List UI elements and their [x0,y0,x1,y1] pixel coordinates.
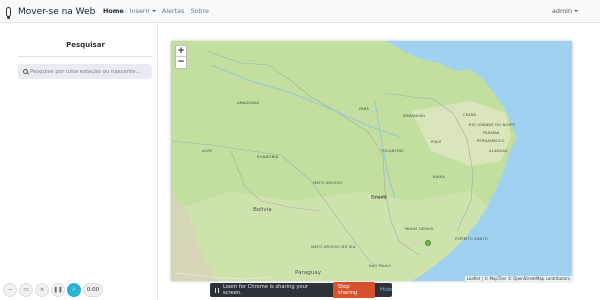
nav-sobre[interactable]: Sobre [190,7,208,15]
user-menu[interactable]: admin [552,7,578,15]
screen-share-bar: Loom for Chrome is sharing your screen. … [210,282,392,298]
zoom-in-button[interactable]: + [176,46,186,57]
nav-inserir-label: Inserir [129,7,150,15]
label-alagoas: ALAGOAS [489,149,508,153]
search-input[interactable] [30,68,150,75]
label-pernambuco: PERNAMBUCO [477,139,505,143]
pause-icon [215,287,219,293]
recording-timer: 0:00 [83,283,103,297]
label-acre: ACRE [202,149,213,153]
label-para: PARÁ [359,107,370,111]
nav-alertas[interactable]: Alertas [162,7,184,15]
thermometer-icon [6,7,11,19]
sidebar-title: Pesquisar [66,41,105,49]
station-marker[interactable] [425,240,431,246]
check-icon[interactable]: ✓ [67,283,81,297]
label-mato-grosso-do-sul: MATO GROSSO DO SUL [311,245,357,249]
label-rondonia: RONDÔNIA [257,155,279,159]
top-navbar: Mover-se na Web Home Inserir Alertas Sob… [0,0,600,23]
chevron-down-icon [574,10,578,12]
brand-title: Mover-se na Web [18,7,96,17]
zoom-control: + − [175,45,187,69]
label-paraguay: Paraguay [295,270,322,276]
nav-home[interactable]: Home [103,7,124,15]
label-mato-grosso: MATO GROSSO [313,181,343,185]
sidebar: Pesquisar [0,23,158,300]
main-nav: Home Inserir Alertas Sobre [103,7,209,15]
zoom-out-button[interactable]: − [176,57,186,68]
label-ceara: CEARÁ [463,113,477,117]
chevron-down-icon [151,10,156,12]
label-brasil: Brasil [371,195,387,201]
label-bahia: BAHIA [433,175,446,179]
camera-icon[interactable]: ▭ [19,283,33,297]
map[interactable]: + − AMAZONAS PARÁ MARANHÃO PIAUÍ CEARÁ R… [171,41,572,281]
divider [18,56,153,57]
loom-recorder-controls: − ▭ × ❚❚ ✓ 0:00 [3,283,103,297]
label-rio-grande-do-norte: RIO GRANDE DO NORTE [469,123,516,127]
label-sao-paulo: SÃO PAULO [369,264,392,268]
share-message: Loom for Chrome is sharing your screen. [222,284,309,296]
label-paraiba: PARAÍBA [483,131,500,135]
minus-icon[interactable]: − [3,283,17,297]
label-piaui: PIAUÍ [431,140,442,144]
label-amazonas: AMAZONAS [237,101,260,105]
label-espirito-santo: ESPÍRITO SANTO [455,237,488,241]
search-box[interactable] [18,64,152,79]
nav-inserir[interactable]: Inserir [130,7,156,15]
stop-sharing-button[interactable]: Stop sharing [332,282,376,298]
search-icon [23,69,28,74]
user-name: admin [551,7,572,15]
map-attribution[interactable]: Leaflet | © MapTiler © OpenStreetMap con… [464,276,572,281]
hide-button[interactable]: Hide [380,287,392,293]
label-bolivia: Bolivia [253,207,272,213]
label-tocantins: TOCANTINS [381,149,404,153]
close-icon[interactable]: × [35,283,49,297]
pause-icon[interactable]: ❚❚ [51,283,65,297]
label-maranhao: MARANHÃO [403,114,426,118]
map-tiles [171,41,572,281]
brand[interactable]: Mover-se na Web [6,4,95,20]
label-minas-gerais: MINAS GERAIS [405,227,434,231]
